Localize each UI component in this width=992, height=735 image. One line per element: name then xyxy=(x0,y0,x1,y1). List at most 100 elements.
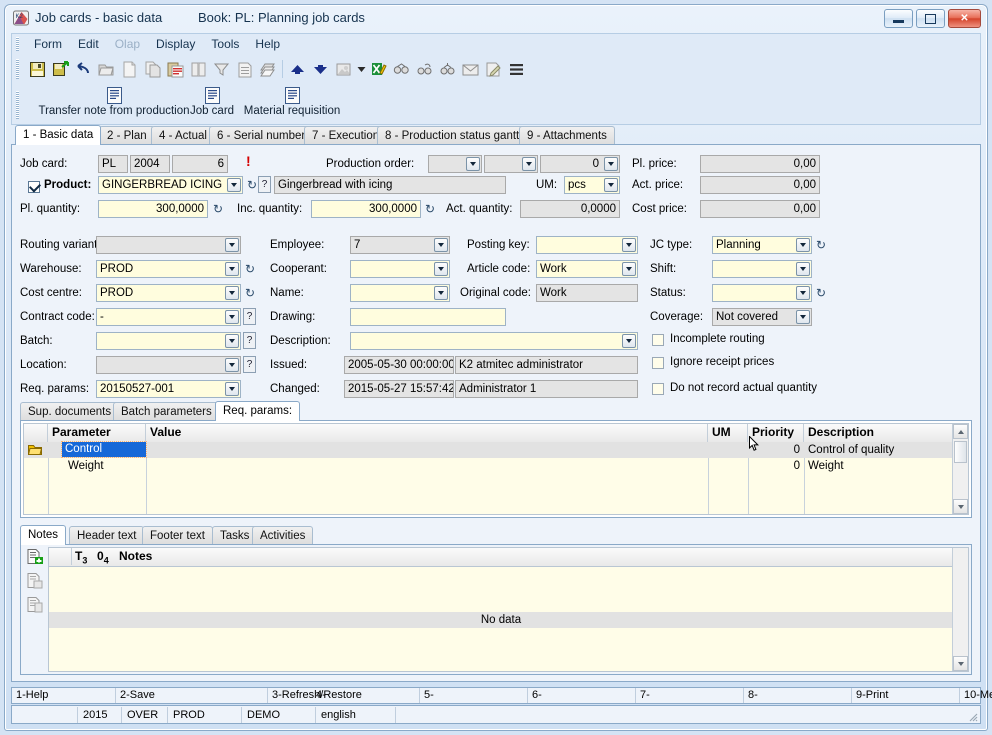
chevron-down-icon[interactable] xyxy=(622,334,636,348)
tab-tasks[interactable]: Tasks xyxy=(212,526,258,545)
tab-actual[interactable]: 4 - Actual xyxy=(151,126,215,145)
um-field[interactable]: pcs xyxy=(564,176,620,194)
save-as-icon[interactable] xyxy=(49,57,72,81)
description-field[interactable] xyxy=(350,332,638,350)
chevron-down-icon[interactable] xyxy=(225,262,239,276)
menu-form[interactable]: Form xyxy=(26,35,70,53)
table-row[interactable]: Control 0 Control of quality xyxy=(24,441,968,458)
ignore-receipt-prices-checkbox[interactable] xyxy=(652,357,664,369)
product-checkbox[interactable] xyxy=(28,181,40,193)
product-code-field[interactable]: GINGERBREAD ICING xyxy=(98,176,243,194)
notes-col-o[interactable]: 04 xyxy=(97,548,109,569)
original-code-field[interactable]: Work xyxy=(536,284,638,302)
inc-quantity-field[interactable]: 300,0000 xyxy=(311,200,421,218)
tab-notes[interactable]: Notes xyxy=(20,525,67,545)
jc-type-history-icon[interactable]: ↻ xyxy=(815,238,827,252)
tab-attachments[interactable]: 9 - Attachments xyxy=(519,126,615,145)
add-note-icon[interactable] xyxy=(27,549,44,565)
chevron-down-icon[interactable] xyxy=(434,286,448,300)
tab-serial-numbers[interactable]: 6 - Serial numbers xyxy=(209,126,319,145)
excel-export-icon[interactable] xyxy=(367,57,390,81)
list-icon[interactable] xyxy=(233,57,256,81)
fkey-10-menu[interactable]: 10-Menu xyxy=(960,688,992,703)
jc-type-field[interactable]: Planning xyxy=(712,236,812,254)
batch-help-button[interactable]: ? xyxy=(243,332,256,349)
chevron-down-icon[interactable] xyxy=(796,286,810,300)
print-icon[interactable] xyxy=(256,57,279,81)
notes-col-notes[interactable]: Notes xyxy=(119,548,152,565)
location-field[interactable] xyxy=(96,356,241,374)
new-document-icon[interactable] xyxy=(118,57,141,81)
cooperant-field[interactable] xyxy=(350,260,450,278)
close-button[interactable]: ✕ xyxy=(948,9,981,28)
chevron-down-icon[interactable] xyxy=(796,262,810,276)
find-next-icon[interactable] xyxy=(413,57,436,81)
fkey-4[interactable]: 4- xyxy=(312,688,420,703)
fkey-8[interactable]: 8- xyxy=(744,688,852,703)
chevron-down-icon[interactable] xyxy=(225,238,239,252)
status-field[interactable] xyxy=(712,284,812,302)
fkey-2-save[interactable]: 2-Save xyxy=(116,688,268,703)
shift-field[interactable] xyxy=(712,260,812,278)
tab-execution[interactable]: 7 - Execution xyxy=(304,126,388,145)
drawing-field[interactable] xyxy=(350,308,506,326)
fkey-7[interactable]: 7- xyxy=(636,688,744,703)
table-row[interactable]: Weight 0 Weight xyxy=(24,458,968,474)
subtab-sup-documents[interactable]: Sup. documents xyxy=(20,402,120,421)
scroll-down-button[interactable] xyxy=(953,656,968,671)
pl-quantity-history-icon[interactable]: ↻ xyxy=(212,202,224,216)
incomplete-routing-checkbox[interactable] xyxy=(652,334,664,346)
contract-code-help-button[interactable]: ? xyxy=(243,308,256,325)
warehouse-history-icon[interactable]: ↻ xyxy=(244,262,256,276)
open-icon[interactable] xyxy=(95,57,118,81)
menu-display[interactable]: Display xyxy=(148,35,203,53)
cell-parameter[interactable]: Control xyxy=(61,441,147,458)
chevron-down-icon[interactable] xyxy=(227,178,241,192)
chevron-down-icon[interactable] xyxy=(622,238,636,252)
picture-icon[interactable] xyxy=(332,57,355,81)
cost-centre-history-icon[interactable]: ↻ xyxy=(244,286,256,300)
save-icon[interactable] xyxy=(26,57,49,81)
posting-key-field[interactable] xyxy=(536,236,638,254)
subtab-batch-parameters[interactable]: Batch parameters xyxy=(113,402,220,421)
mail-icon[interactable] xyxy=(459,57,482,81)
chevron-down-icon[interactable] xyxy=(796,310,810,324)
inc-quantity-history-icon[interactable]: ↻ xyxy=(424,202,436,216)
view-note-icon[interactable] xyxy=(27,573,44,589)
product-help-button[interactable]: ? xyxy=(258,176,271,193)
fkey-1-help[interactable]: 1-Help xyxy=(12,688,116,703)
find-all-icon[interactable] xyxy=(436,57,459,81)
menu-edit[interactable]: Edit xyxy=(70,35,107,53)
job-card-prefix-field[interactable]: PL xyxy=(98,155,128,173)
cell-parameter[interactable]: Weight xyxy=(68,458,146,474)
arrow-down-icon[interactable] xyxy=(309,57,332,81)
cell-description[interactable]: Control of quality xyxy=(808,442,958,458)
chevron-down-icon[interactable] xyxy=(604,157,618,171)
menu-tools[interactable]: Tools xyxy=(203,35,247,53)
chevron-down-icon[interactable] xyxy=(434,262,448,276)
cell-description[interactable]: Weight xyxy=(808,458,958,474)
fkey-6[interactable]: 6- xyxy=(528,688,636,703)
notes-vertical-scrollbar[interactable] xyxy=(952,548,968,671)
grid-vertical-scrollbar[interactable] xyxy=(952,424,968,514)
act-price-field[interactable]: 0,00 xyxy=(700,176,820,194)
fkey-9-print[interactable]: 9-Print xyxy=(852,688,960,703)
scroll-down-button[interactable] xyxy=(953,499,968,514)
product-name-field[interactable]: Gingerbread with icing xyxy=(274,176,506,194)
chevron-down-icon[interactable] xyxy=(225,334,239,348)
issued-date-field[interactable]: 2005-05-30 00:00:00 xyxy=(344,356,454,374)
undo-icon[interactable] xyxy=(72,57,95,81)
pl-price-field[interactable]: 0,00 xyxy=(700,155,820,173)
chevron-down-icon[interactable] xyxy=(796,238,810,252)
product-history-icon[interactable]: ↻ xyxy=(246,178,258,192)
book-icon[interactable] xyxy=(187,57,210,81)
chevron-down-icon[interactable] xyxy=(225,358,239,372)
act-quantity-field[interactable]: 0,0000 xyxy=(520,200,620,218)
minimize-button[interactable] xyxy=(884,9,913,28)
chevron-down-icon[interactable] xyxy=(225,310,239,324)
chevron-down-icon[interactable] xyxy=(522,157,536,171)
resize-grip-icon[interactable] xyxy=(966,710,978,722)
job-card-year-field[interactable]: 2004 xyxy=(130,155,170,173)
req-params-field[interactable]: 20150527-001 xyxy=(96,380,241,398)
toolbar-grip[interactable] xyxy=(16,59,19,79)
